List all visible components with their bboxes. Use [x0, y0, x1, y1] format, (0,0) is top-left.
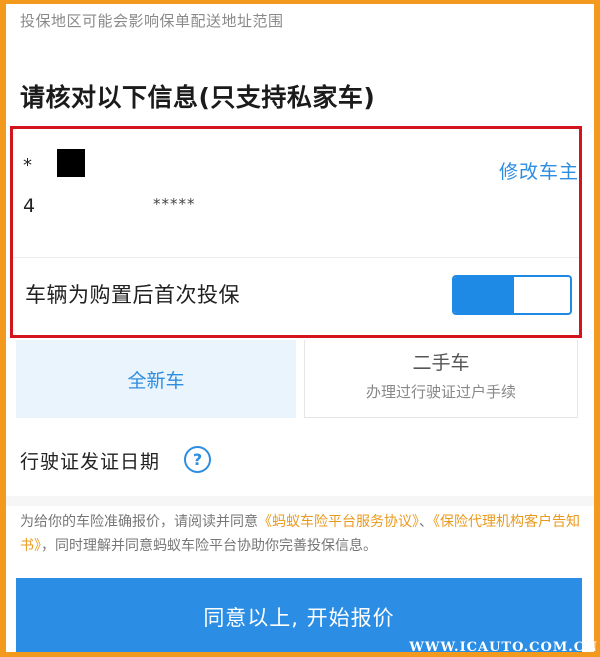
- service-agreement-link[interactable]: 《蚂蚁车险平台服务协议》: [258, 514, 419, 530]
- plate-number-mask: *****: [153, 195, 196, 213]
- site-watermark: WWW.ICAUTO.COM.CN: [409, 640, 598, 655]
- toggle-fill: [454, 277, 515, 313]
- edit-owner-link[interactable]: 修改车主: [499, 157, 579, 184]
- owner-name: *: [23, 155, 35, 176]
- delivery-note: 投保地区可能会影响保单配送地址范围: [20, 12, 284, 30]
- section-title: 请核对以下信息(只支持私家车): [20, 83, 376, 112]
- new-car-option[interactable]: 全新车: [16, 340, 296, 418]
- used-car-hint: 办理过行驶证过户手续: [365, 383, 516, 401]
- used-car-option[interactable]: 二手车 办理过行驶证过户手续: [304, 340, 578, 418]
- new-car-label: 全新车: [127, 370, 185, 392]
- app-screen: 投保地区可能会影响保单配送地址范围 请核对以下信息(只支持私家车) * 修改车主…: [6, 4, 594, 652]
- agreement-sep: 、: [419, 514, 433, 530]
- agreement-post: ，同时理解并同意蚂蚁车险平台协助你完善投保信息。: [41, 538, 377, 554]
- agreement-text: 为给你的车险准确报价，请阅读并同意《蚂蚁车险平台服务协议》、《保险代理机构客户告…: [20, 510, 584, 558]
- plate-number: 4: [23, 195, 36, 217]
- first-insurance-label: 车辆为购置后首次投保: [25, 283, 240, 307]
- license-date-label: 行驶证发证日期: [20, 451, 161, 473]
- owner-info-card: * 修改车主 4 ***** 车辆为购置后首次投保: [10, 126, 582, 338]
- used-car-label: 二手车: [412, 352, 470, 374]
- help-icon[interactable]: ?: [184, 446, 211, 473]
- agreement-pre: 为给你的车险准确报价，请阅读并同意: [20, 514, 258, 530]
- section-divider: [6, 496, 594, 506]
- redacted-name-block: [57, 149, 85, 177]
- first-insurance-toggle[interactable]: [452, 275, 572, 315]
- card-divider: [13, 257, 579, 258]
